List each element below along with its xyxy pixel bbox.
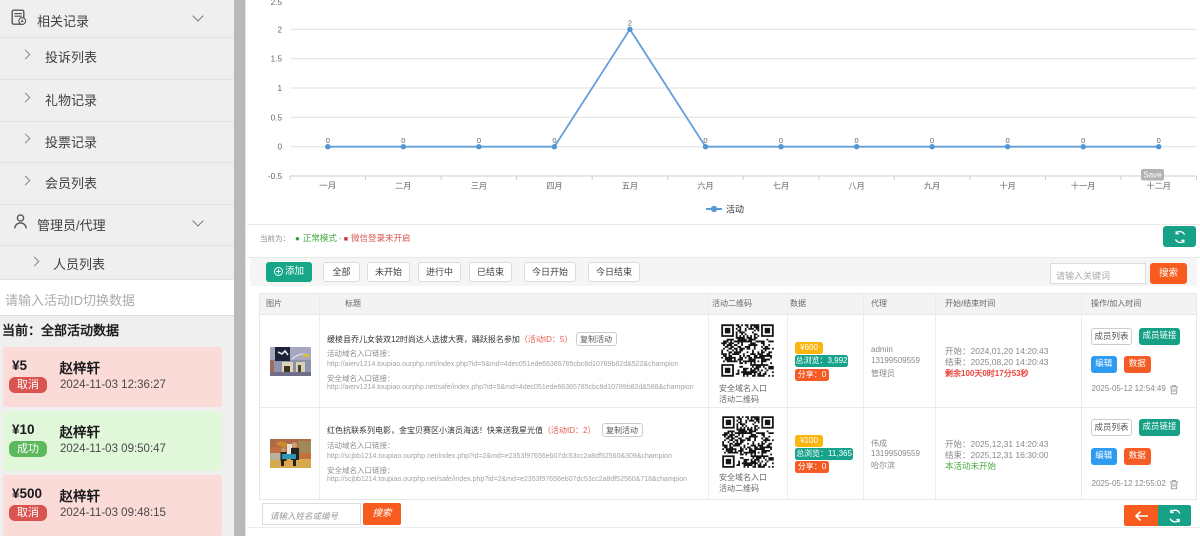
svg-text:0: 0 xyxy=(326,136,330,145)
svg-text:2: 2 xyxy=(277,25,282,34)
svg-text:0.5: 0.5 xyxy=(271,113,283,122)
svg-text:2: 2 xyxy=(628,19,632,28)
svg-text:0: 0 xyxy=(930,136,934,145)
svg-text:二月: 二月 xyxy=(395,182,411,191)
svg-text:十月: 十月 xyxy=(999,181,1015,191)
svg-text:1.5: 1.5 xyxy=(271,55,283,64)
svg-text:十一月: 十一月 xyxy=(1071,181,1096,191)
svg-text:0: 0 xyxy=(552,136,556,145)
svg-text:0: 0 xyxy=(1157,136,1161,145)
svg-text:0: 0 xyxy=(477,136,481,145)
svg-text:九月: 九月 xyxy=(924,182,940,191)
svg-text:0: 0 xyxy=(277,143,282,152)
svg-text:0: 0 xyxy=(703,136,707,145)
svg-text:0: 0 xyxy=(1006,136,1010,145)
svg-text:十二月: 十二月 xyxy=(1146,181,1171,191)
svg-text:0: 0 xyxy=(401,136,405,145)
svg-text:0: 0 xyxy=(779,136,783,145)
svg-text:七月: 七月 xyxy=(773,182,789,191)
svg-text:0: 0 xyxy=(855,136,859,145)
svg-text:五月: 五月 xyxy=(622,182,638,191)
svg-text:Save: Save xyxy=(1143,170,1162,179)
svg-text:四月: 四月 xyxy=(546,182,562,191)
svg-text:0: 0 xyxy=(1081,136,1085,145)
svg-text:2.5: 2.5 xyxy=(271,0,283,7)
svg-text:-0.5: -0.5 xyxy=(268,172,283,181)
svg-text:1: 1 xyxy=(277,84,282,93)
svg-text:三月: 三月 xyxy=(471,182,487,191)
svg-text:八月: 八月 xyxy=(848,182,864,191)
svg-text:六月: 六月 xyxy=(697,181,713,191)
svg-text:一月: 一月 xyxy=(319,181,336,191)
svg-text:活动: 活动 xyxy=(726,204,744,215)
